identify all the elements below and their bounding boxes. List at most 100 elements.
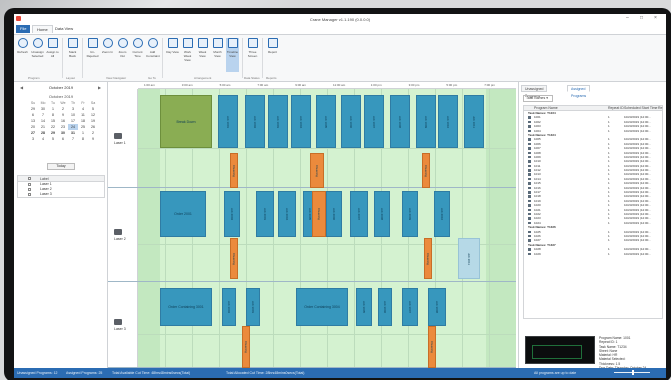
calendar-day[interactable]: 4 xyxy=(38,136,48,142)
appointment[interactable]: Order 2001 xyxy=(160,191,206,237)
program-icon xyxy=(528,120,531,124)
appointment[interactable]: Job 1005 xyxy=(316,95,336,148)
ribbon-separator xyxy=(82,38,83,78)
appointment[interactable]: Cleaning xyxy=(242,326,250,368)
appointment[interactable]: Job 2003 xyxy=(256,191,274,237)
resource-label: Laser 2 xyxy=(40,187,52,191)
program-icon xyxy=(528,252,531,255)
appointment[interactable]: Job 2010 xyxy=(434,191,450,237)
month-view-button[interactable]: Month View xyxy=(211,38,224,72)
appointment[interactable]: Job 3002 xyxy=(222,288,236,326)
refresh-button[interactable]: Refresh xyxy=(16,38,29,72)
work-week-view-button[interactable]: Work Week View xyxy=(181,38,194,72)
zoom-out-button[interactable]: Zoom Out xyxy=(116,38,129,72)
calendar-day[interactable]: 9 xyxy=(88,136,98,142)
appointment[interactable]: Job 1002 xyxy=(245,95,265,148)
status-sync: All programs are up to date xyxy=(534,371,577,375)
appointment[interactable]: Job 2008 xyxy=(374,191,390,237)
report-button[interactable]: Report xyxy=(266,38,279,72)
appointment[interactable]: Job 2002 xyxy=(224,191,240,237)
appointment[interactable]: Job 3003 xyxy=(246,288,260,326)
maximize-icon[interactable]: □ xyxy=(640,16,643,21)
three-screen-button[interactable]: Three Screen xyxy=(246,38,259,72)
appointment[interactable]: Cleaning xyxy=(312,191,326,237)
resource-row[interactable]: Laser 3 xyxy=(18,192,104,197)
appointment[interactable]: Cleaning xyxy=(310,153,324,188)
calendar-day[interactable]: 3 xyxy=(28,136,38,142)
time-cells[interactable]: Order Containing 3001 Job 3002 Job 3003 Ord… xyxy=(138,282,516,368)
resource-checkbox[interactable] xyxy=(28,183,31,186)
appointment[interactable]: Job 2007 xyxy=(350,191,368,237)
tab-assigned-programs[interactable]: Assigned Programs xyxy=(567,85,591,98)
appointment[interactable]: Job 1001 xyxy=(218,95,238,148)
minimize-icon[interactable]: – xyxy=(626,16,629,21)
zoom-slider-thumb[interactable] xyxy=(632,370,634,375)
appointment[interactable]: Cleaning xyxy=(422,153,430,188)
appointment[interactable]: Job 3005 xyxy=(356,288,372,326)
grid-line xyxy=(273,282,274,367)
appointment[interactable]: Job 1008 xyxy=(390,95,410,148)
unrejected-button[interactable]: Un-Rejected xyxy=(86,38,99,72)
assign-to-all-button[interactable]: Assign to All xyxy=(46,38,59,72)
zoom-in-button[interactable]: Zoom In xyxy=(101,38,114,72)
calendar-header: October 2019 xyxy=(48,85,74,90)
tab-home[interactable]: Home xyxy=(32,25,53,33)
ribbon-group-label: Layout xyxy=(66,76,76,80)
appointment[interactable]: Job 1010 xyxy=(438,95,458,148)
resource-checkbox[interactable] xyxy=(28,188,31,191)
appointment[interactable]: Job 1007 xyxy=(364,95,384,148)
appointment[interactable]: Cleaning xyxy=(424,238,432,279)
appointment[interactable]: Order Containing 3001 xyxy=(160,288,212,326)
time-cells[interactable]: Order 2001 Job 2002 Job 2003 Job 2004 Job 20… xyxy=(138,188,516,281)
resource-header[interactable]: Laser 2 xyxy=(108,188,138,281)
appointment[interactable]: Job 1006 xyxy=(341,95,361,148)
program-icon xyxy=(528,129,531,133)
calendar-day[interactable]: 8 xyxy=(78,136,88,142)
day-view-button[interactable]: Day View xyxy=(166,38,179,72)
current-time-button[interactable]: Current Time xyxy=(131,38,144,72)
program-icon xyxy=(528,160,531,163)
timeline-view-button[interactable]: Timeline View xyxy=(226,38,239,72)
appointment[interactable]: Job 2011 xyxy=(458,238,480,279)
add-constraint-button[interactable]: Add Constraint xyxy=(146,38,160,72)
next-month-icon[interactable]: ▶ xyxy=(98,85,101,90)
appointment[interactable]: Job 1004 xyxy=(291,95,311,148)
part-outline xyxy=(532,345,582,359)
tab-data-view[interactable]: Data View xyxy=(51,25,77,33)
appointment[interactable]: Cleaning xyxy=(428,326,436,368)
clock-icon xyxy=(132,38,143,48)
calendar-day[interactable]: 7 xyxy=(68,136,78,142)
appointment[interactable]: Break Down xyxy=(160,95,212,148)
calendar-day[interactable]: 6 xyxy=(58,136,68,142)
week-view-button[interactable]: Week View xyxy=(196,38,209,72)
stack-back-button[interactable]: Stack Back xyxy=(66,38,79,72)
tab-unassigned-programs[interactable]: Unassigned Programs xyxy=(521,85,548,98)
resource-header[interactable]: Laser 1 xyxy=(108,89,138,187)
appointment[interactable]: Job 2009 xyxy=(402,191,418,237)
tab-file[interactable]: File xyxy=(16,25,31,33)
appointment[interactable]: Job 2006 xyxy=(326,191,342,237)
unassign-selected-button[interactable]: Unassign Selected xyxy=(31,38,44,72)
appointment[interactable]: Job 1009 xyxy=(416,95,436,148)
appointment[interactable]: Job 1003 xyxy=(268,95,288,148)
appointment[interactable]: Order Containing 3004 xyxy=(296,288,348,326)
program-icon xyxy=(528,230,531,234)
appointment[interactable]: Cleaning xyxy=(230,238,238,279)
today-button[interactable]: Today xyxy=(47,163,75,170)
appointment[interactable]: Job 2004 xyxy=(278,191,296,237)
appointment[interactable]: Job 3006 xyxy=(378,288,392,326)
close-icon[interactable]: × xyxy=(654,16,657,21)
select-all-checkbox[interactable] xyxy=(28,177,31,180)
resource-checkbox[interactable] xyxy=(28,193,31,196)
time-cells[interactable]: Break Down Job 1001 Job 1002 Job 1003 Job 10… xyxy=(138,89,516,188)
program-row[interactable]: 1029 1 10/23/2019 (12:00... xyxy=(524,252,662,256)
program-icon xyxy=(528,155,531,159)
appointment[interactable]: Job 1011 xyxy=(464,95,484,148)
appointment[interactable]: Job 3008 xyxy=(428,288,446,326)
appointment[interactable]: Job 3007 xyxy=(402,288,418,326)
resource-header[interactable]: Laser 3 xyxy=(108,282,138,367)
group-filter-dropdown[interactable]: Task Names ▾ xyxy=(523,95,553,102)
calendar-day[interactable]: 5 xyxy=(48,136,58,142)
appointment[interactable]: Cleaning xyxy=(230,153,238,188)
ribbon-group-label: Go To xyxy=(148,76,156,80)
